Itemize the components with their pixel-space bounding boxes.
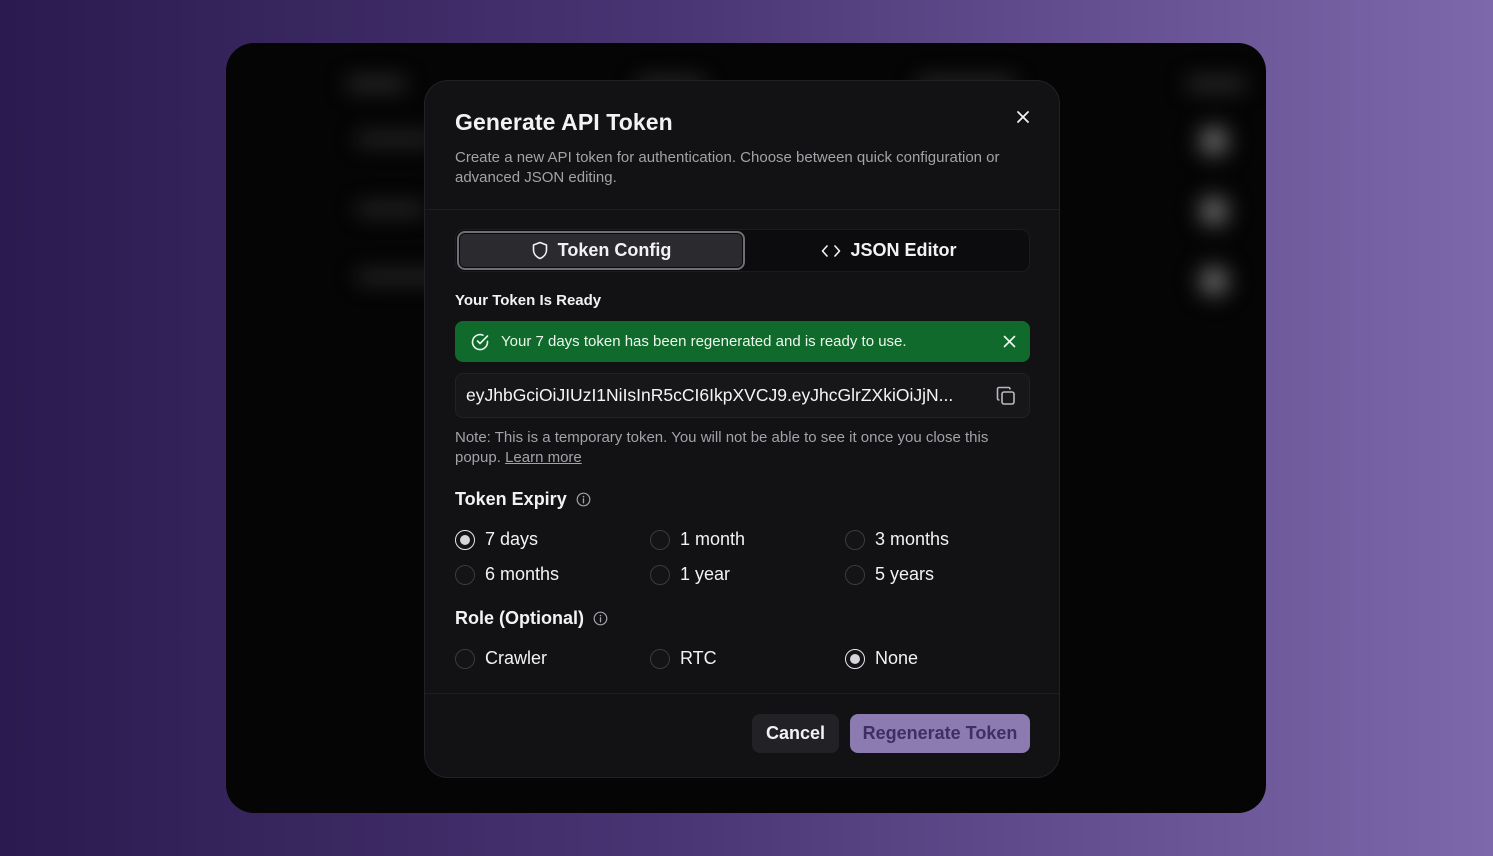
- copy-token-button[interactable]: [995, 385, 1017, 407]
- shield-icon: [532, 241, 547, 260]
- radio-indicator: [650, 529, 670, 550]
- expiry-option-1-month[interactable]: 1 month: [650, 529, 745, 550]
- expiry-option-6-months[interactable]: 6 months: [455, 564, 559, 585]
- radio-indicator: [455, 564, 475, 585]
- option-label: 7 days: [485, 529, 539, 549]
- expiry-option-7-days[interactable]: 7 days: [455, 529, 538, 550]
- footer-divider: [425, 693, 1059, 694]
- radio-indicator: [455, 648, 475, 669]
- dialog-title: Generate API Token: [455, 109, 673, 135]
- close-icon: [1017, 111, 1029, 123]
- token-value-field[interactable]: eyJhbGciOiJIUzI1NiIsInR5cCI6IkpXVCJ9.eyJ…: [455, 373, 1030, 418]
- alert-message: Your 7 days token has been regenerated a…: [501, 333, 907, 350]
- option-label: 6 months: [485, 564, 560, 584]
- role-option-crawler[interactable]: Crawler: [455, 648, 547, 669]
- dismiss-alert-button[interactable]: [1000, 332, 1018, 350]
- tab-list: Token Config JSON Editor: [455, 229, 1030, 272]
- role-option-none[interactable]: None: [845, 648, 918, 669]
- token-expiry-heading: Token Expiry: [455, 489, 591, 510]
- close-dialog-button[interactable]: [1011, 105, 1035, 129]
- radio-indicator: [455, 529, 475, 550]
- expiry-option-3-months[interactable]: 3 months: [845, 529, 949, 550]
- radio-indicator: [845, 564, 865, 585]
- info-icon[interactable]: [593, 611, 608, 626]
- close-icon: [1003, 335, 1015, 347]
- regenerate-token-button[interactable]: Regenerate Token: [850, 714, 1030, 753]
- option-label: 1 month: [680, 529, 746, 549]
- role-option-rtc[interactable]: RTC: [650, 648, 717, 669]
- radio-indicator: [845, 648, 865, 669]
- token-ready-label: Your Token Is Ready: [455, 292, 602, 309]
- header-divider: [425, 209, 1059, 210]
- info-icon[interactable]: [576, 492, 591, 507]
- role-title: Role (Optional): [455, 608, 584, 628]
- success-alert: Your 7 days token has been regenerated a…: [455, 321, 1030, 362]
- option-label: None: [875, 648, 919, 668]
- radio-indicator: [650, 648, 670, 669]
- generate-token-dialog: Generate API Token Create a new API toke…: [424, 80, 1060, 778]
- tab-label: Token Config: [557, 240, 672, 260]
- code-brackets-icon: [822, 244, 841, 257]
- tab-label: JSON Editor: [850, 240, 957, 260]
- token-value: eyJhbGciOiJIUzI1NiIsInR5cCI6IkpXVCJ9.eyJ…: [466, 385, 954, 405]
- check-circle-icon: [471, 333, 489, 350]
- cancel-button[interactable]: Cancel: [752, 714, 839, 753]
- option-label: 1 year: [680, 564, 731, 584]
- learn-more-link[interactable]: Learn more: [505, 449, 582, 466]
- dialog-description: Create a new API token for authenticatio…: [455, 149, 1000, 186]
- role-heading: Role (Optional): [455, 608, 608, 629]
- option-label: 3 months: [875, 529, 950, 549]
- tab-json-editor[interactable]: JSON Editor: [748, 230, 1030, 271]
- token-expiry-title: Token Expiry: [455, 489, 567, 509]
- option-label: RTC: [680, 648, 717, 668]
- expiry-option-1-year[interactable]: 1 year: [650, 564, 730, 585]
- tab-token-config[interactable]: Token Config: [457, 231, 745, 270]
- expiry-option-5-years[interactable]: 5 years: [845, 564, 934, 585]
- radio-indicator: [650, 564, 670, 585]
- option-label: 5 years: [875, 564, 935, 584]
- copy-icon: [996, 386, 1015, 405]
- option-label: Crawler: [485, 648, 548, 668]
- radio-indicator: [845, 529, 865, 550]
- temporary-token-note: Note: This is a temporary token. You wil…: [455, 428, 1035, 468]
